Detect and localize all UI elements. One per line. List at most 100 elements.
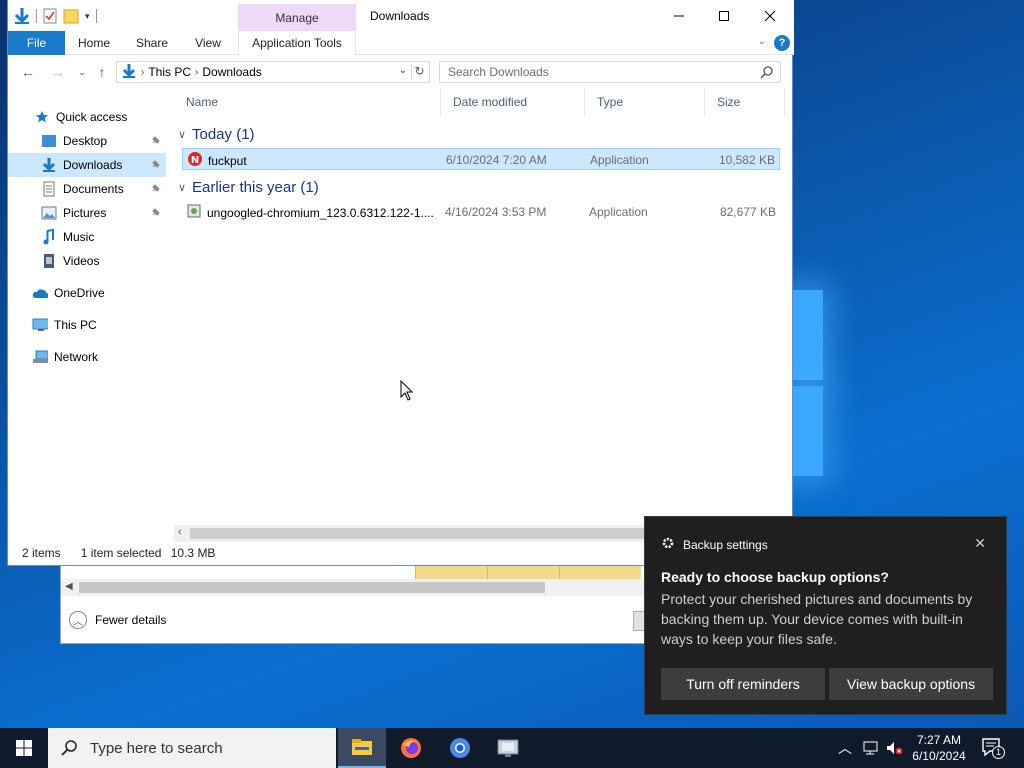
breadcrumb-chevron-icon[interactable]: › [195, 67, 198, 78]
search-input[interactable]: Search Downloads [439, 61, 781, 83]
column-header-name[interactable]: Name [174, 88, 441, 116]
sidebar-item-desktop[interactable]: Desktop [8, 129, 166, 153]
sidebar-item-onedrive[interactable]: OneDrive [8, 281, 166, 305]
sidebar-item-label: Desktop [63, 134, 108, 148]
start-button[interactable] [0, 728, 48, 768]
tab-view[interactable]: View [188, 31, 228, 55]
sidebar-item-label: Quick access [56, 110, 128, 124]
chevron-up-icon[interactable]: ︿ [838, 738, 852, 758]
file-date: 6/10/2024 7:20 AM [446, 153, 547, 167]
tab-application-tools[interactable]: Application Tools [238, 31, 356, 55]
close-button[interactable] [747, 0, 793, 31]
pictures-icon [41, 205, 57, 221]
refresh-icon[interactable]: ↻ [411, 64, 427, 80]
network-tray-icon[interactable] [862, 728, 880, 768]
tab-home[interactable]: Home [70, 31, 118, 55]
background-horizontal-scrollbar[interactable]: ◀ [61, 579, 721, 596]
pin-icon[interactable] [150, 134, 162, 149]
show-hidden-icons[interactable]: ︿ [838, 728, 852, 768]
new-folder-icon[interactable] [63, 8, 79, 24]
breadcrumb-downloads[interactable]: Downloads [202, 65, 261, 79]
sidebar-item-this-pc[interactable]: This PC [8, 313, 166, 337]
manage-contextual-tab[interactable]: Manage [238, 4, 356, 31]
clock-time: 7:27 AM [916, 733, 962, 747]
sidebar-item-label: Downloads [63, 158, 123, 172]
title-bar[interactable]: ▾ Manage Downloads [8, 0, 794, 31]
column-header-type[interactable]: Type [585, 88, 705, 116]
address-bar[interactable]: › This PC › Downloads ⌄ ↻ [116, 61, 430, 83]
sidebar-item-videos[interactable]: Videos [8, 249, 166, 273]
help-icon[interactable]: ? [774, 35, 790, 51]
breadcrumb-chevron-icon[interactable]: › [141, 67, 144, 78]
fewer-details-button[interactable]: ︿ Fewer details [69, 611, 166, 629]
scrollbar-thumb[interactable] [190, 528, 650, 539]
tab-share[interactable]: Share [130, 31, 174, 55]
address-dropdown-icon[interactable]: ⌄ [399, 65, 407, 76]
minimize-button[interactable] [656, 0, 702, 31]
pin-icon[interactable] [150, 158, 162, 173]
turn-off-reminders-button[interactable]: Turn off reminders [661, 668, 825, 700]
group-label: Earlier this year (1) [192, 178, 319, 196]
table-row[interactable]: N fuckput 6/10/2024 7:20 AM Application … [182, 148, 780, 170]
forward-arrow-icon[interactable]: → [50, 64, 66, 80]
pin-icon[interactable] [150, 206, 162, 221]
backup-notification-toast[interactable]: Backup settings ✕ Ready to choose backup… [644, 516, 1007, 715]
svg-text:N: N [191, 155, 199, 166]
download-arrow-icon [41, 157, 57, 173]
taskbar-clock[interactable]: 7:27 AM 6/10/2024 [905, 732, 973, 764]
sidebar-item-label: This PC [54, 318, 97, 332]
chromium-icon [450, 738, 470, 758]
view-backup-options-button[interactable]: View backup options [829, 668, 993, 700]
horizontal-scrollbar[interactable]: ‹ [174, 525, 654, 542]
music-note-icon [41, 229, 57, 245]
tab-file[interactable]: File [8, 31, 65, 55]
scroll-left-icon[interactable]: ◀ [65, 581, 73, 592]
star-icon [34, 109, 50, 125]
videos-icon [41, 253, 57, 269]
toast-header: Backup settings [661, 536, 768, 553]
scroll-left-icon[interactable]: ‹ [178, 526, 182, 538]
mouse-cursor-icon [400, 380, 414, 401]
sidebar-item-downloads[interactable]: Downloads [8, 153, 166, 177]
windows-logo-wallpaper [793, 290, 1023, 480]
network-icon [32, 349, 48, 365]
up-arrow-icon[interactable]: ↑ [94, 64, 110, 80]
back-arrow-icon[interactable]: ← [20, 64, 36, 80]
sidebar-item-pictures[interactable]: Pictures [8, 201, 166, 225]
taskbar-chromium[interactable] [436, 728, 484, 768]
volume-tray-icon[interactable] [886, 728, 904, 768]
taskbar-search-input[interactable]: Type here to search [48, 728, 336, 768]
breadcrumb-this-pc[interactable]: This PC [148, 65, 191, 79]
action-center-button[interactable]: 1 [980, 736, 1005, 763]
properties-icon[interactable] [43, 8, 57, 24]
file-name-cell: ungoogled-chromium_123.0.6312.122-1.... [186, 203, 434, 222]
scrollbar-thumb[interactable] [79, 582, 545, 593]
column-header-date-modified[interactable]: Date modified [441, 88, 585, 116]
sidebar-item-network[interactable]: Network [8, 345, 166, 369]
taskbar-app[interactable] [485, 728, 533, 768]
recent-locations-icon[interactable]: ⌄ [74, 64, 90, 80]
file-name: ungoogled-chromium_123.0.6312.122-1.... [207, 205, 434, 220]
cloud-icon [32, 285, 48, 301]
download-arrow-icon[interactable] [14, 7, 30, 25]
expand-ribbon-icon[interactable]: ⌄ [758, 36, 766, 47]
chevron-down-icon[interactable]: ▾ [85, 11, 90, 22]
sidebar-item-label: Documents [63, 182, 124, 196]
group-header-today[interactable]: ∨ Today (1) [174, 122, 255, 146]
close-icon[interactable]: ✕ [974, 535, 986, 552]
table-row[interactable]: ungoogled-chromium_123.0.6312.122-1.... … [182, 201, 780, 223]
group-label: Today (1) [192, 125, 255, 143]
column-header-size[interactable]: Size [705, 88, 785, 116]
sidebar-item-quick-access[interactable]: Quick access [8, 105, 166, 129]
sidebar-item-documents[interactable]: Documents [8, 177, 166, 201]
group-header-earlier-this-year[interactable]: ∨ Earlier this year (1) [174, 175, 319, 199]
maximize-button[interactable] [701, 0, 747, 31]
taskbar-file-explorer[interactable] [338, 728, 386, 768]
taskbar-firefox[interactable] [387, 728, 435, 768]
sidebar-item-music[interactable]: Music [8, 225, 166, 249]
download-arrow-icon [121, 63, 137, 82]
selection-status: 1 item selected 10.3 MB [81, 546, 216, 562]
sidebar-item-label: Pictures [63, 206, 107, 220]
file-explorer-window: ▾ Manage Downloads File Home Share View … [7, 0, 794, 566]
pin-icon[interactable] [150, 182, 162, 197]
